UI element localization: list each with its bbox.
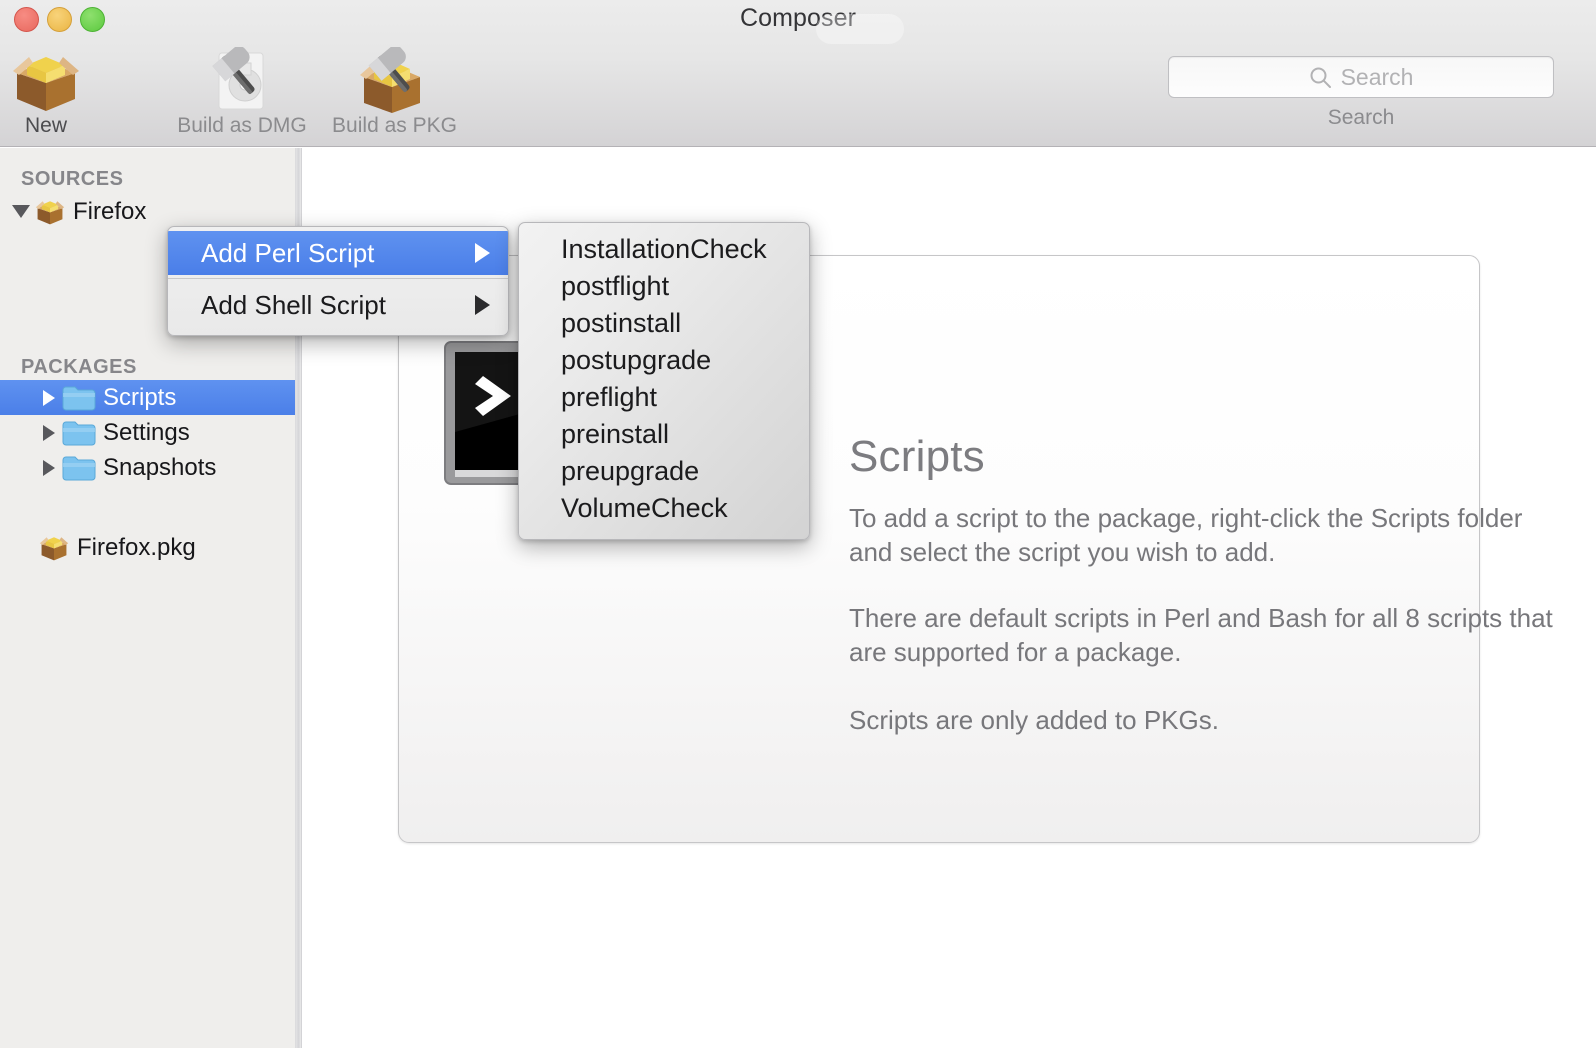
menu-item-add-shell-script[interactable]: Add Shell Script — [168, 283, 508, 327]
toolbar-button-build-as-dmg[interactable]: Build as DMG — [170, 46, 314, 138]
sidebar-item-firefox-pkg[interactable]: Firefox.pkg — [0, 530, 295, 565]
panel-paragraph-3: Scripts are only added to PKGs. — [849, 705, 1219, 735]
sidebar-group-sources: SOURCES — [21, 168, 124, 190]
sidebar-item-scripts[interactable]: Scripts — [0, 380, 295, 415]
menu-separator — [168, 278, 508, 279]
sidebar-item-label: Settings — [103, 418, 190, 446]
context-menu: Add Perl Script Add Shell Script — [167, 226, 509, 336]
submenu-item-preupgrade[interactable]: preupgrade — [519, 453, 809, 490]
submenu-item-postinstall[interactable]: postinstall — [519, 305, 809, 342]
folder-icon — [62, 384, 96, 412]
hammer-disk-icon — [170, 46, 314, 118]
package-box-icon — [38, 533, 70, 563]
menu-item-add-perl-script[interactable]: Add Perl Script — [168, 231, 508, 275]
panel-title: Scripts — [849, 432, 985, 481]
sidebar-group-packages: PACKAGES — [21, 356, 137, 378]
disclosure-triangle-right-icon[interactable] — [36, 389, 62, 406]
toolbar-button-build-as-dmg-label: Build as DMG — [177, 114, 307, 137]
submenu-item-preflight[interactable]: preflight — [519, 379, 809, 416]
sidebar-item-settings[interactable]: Settings — [0, 415, 295, 450]
search-caption: Search — [1327, 106, 1395, 129]
submenu-arrow-icon — [475, 243, 490, 263]
panel-paragraph-1: To add a script to the package, right-cl… — [849, 503, 1523, 567]
submenu-item-postupgrade[interactable]: postupgrade — [519, 342, 809, 379]
search-icon — [1309, 66, 1332, 89]
toolbar-search: Search Search — [1168, 56, 1554, 130]
sidebar-item-label: Scripts — [103, 383, 177, 411]
toolbar-button-build-as-pkg-label: Build as PKG — [332, 114, 457, 137]
disclosure-triangle-right-icon[interactable] — [36, 459, 62, 476]
sidebar-item-label: Firefox — [73, 197, 147, 225]
menu-item-label: Add Shell Script — [201, 289, 386, 320]
sidebar-item-snapshots[interactable]: Snapshots — [0, 450, 295, 485]
perl-script-submenu: InstallationCheck postflight postinstall… — [518, 222, 810, 540]
folder-icon — [62, 419, 96, 447]
sidebar-item-label: Snapshots — [103, 453, 217, 481]
package-box-icon — [0, 46, 92, 118]
submenu-item-preinstall[interactable]: preinstall — [519, 416, 809, 453]
submenu-arrow-icon — [475, 295, 490, 315]
disclosure-triangle-right-icon[interactable] — [36, 424, 62, 441]
hammer-package-icon — [328, 46, 461, 118]
toolbar-button-build-as-pkg[interactable]: Build as PKG — [328, 46, 461, 138]
package-box-icon — [34, 197, 66, 227]
submenu-item-postflight[interactable]: postflight — [519, 268, 809, 305]
toolbar-button-new[interactable]: New — [0, 46, 92, 138]
title-proxy-placeholder — [816, 14, 904, 44]
search-placeholder: Search — [1340, 63, 1414, 90]
submenu-item-installationcheck[interactable]: InstallationCheck — [519, 231, 809, 268]
toolbar-button-new-label: New — [24, 114, 67, 137]
submenu-item-volumecheck[interactable]: VolumeCheck — [519, 490, 809, 527]
panel-paragraph-2: There are default scripts in Perl and Ba… — [849, 603, 1553, 667]
sidebar-item-label: Firefox.pkg — [77, 533, 196, 561]
search-input[interactable]: Search — [1168, 56, 1554, 98]
window-toolbar: Composer New Build as DMG Build as PKG S… — [0, 0, 1596, 147]
folder-icon — [62, 454, 96, 482]
sidebar-item-firefox[interactable]: Firefox — [0, 194, 295, 229]
window-title: Composer — [739, 4, 857, 32]
composer-window: Composer New Build as DMG Build as PKG S… — [0, 0, 1596, 1048]
menu-item-label: Add Perl Script — [201, 237, 375, 268]
disclosure-triangle-down-icon[interactable] — [8, 205, 34, 218]
